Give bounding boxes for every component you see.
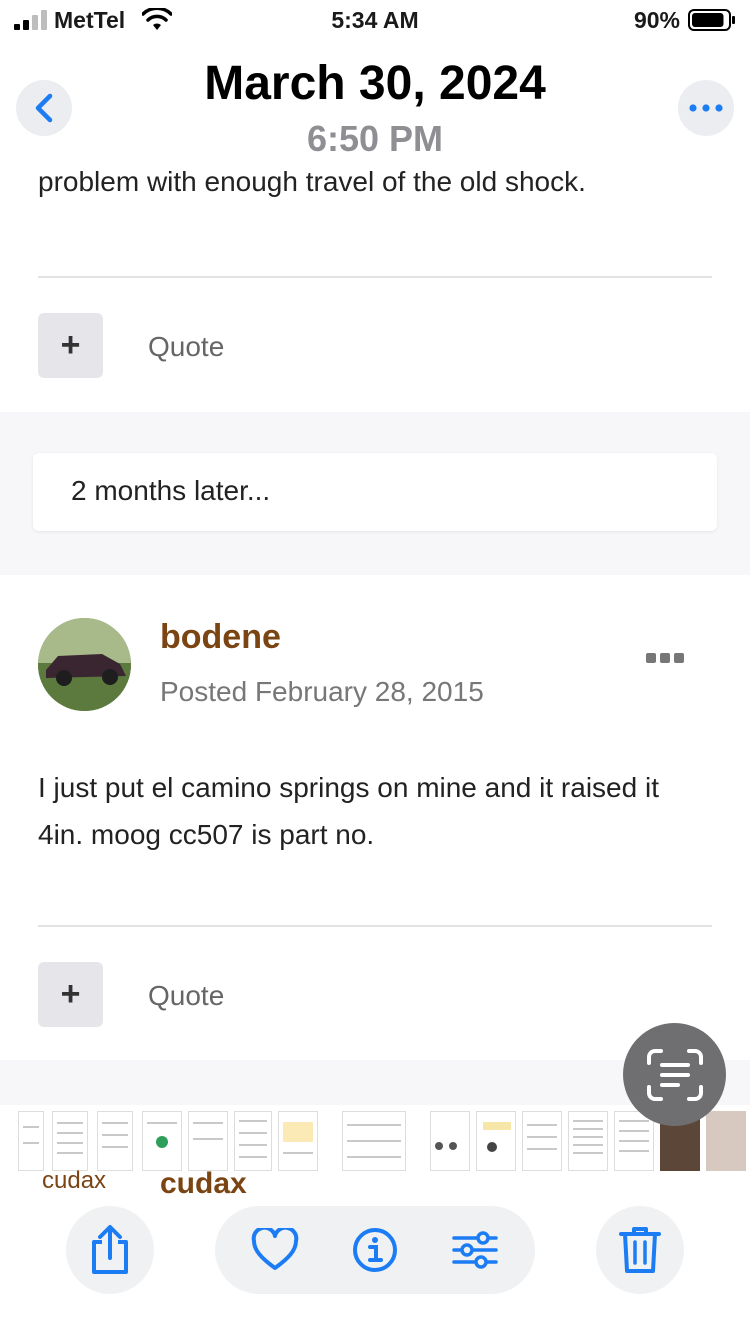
- thumbnail[interactable]: [234, 1111, 272, 1171]
- trash-icon: [619, 1227, 661, 1273]
- post-date: Posted February 28, 2015: [160, 676, 484, 707]
- photo-header: March 30, 2024 6:50 PM: [0, 44, 750, 160]
- thumbnail[interactable]: [614, 1111, 654, 1171]
- add-quote-button[interactable]: +: [38, 962, 103, 1027]
- quote-link[interactable]: Quote: [148, 331, 224, 363]
- heart-icon: [251, 1228, 299, 1270]
- add-quote-button[interactable]: +: [38, 313, 103, 378]
- thumbnail-caption: cudax: [160, 1167, 247, 1200]
- battery-percent: 90%: [633, 7, 680, 33]
- thumbnail[interactable]: [706, 1111, 746, 1171]
- bottom-toolbar: [0, 1200, 750, 1334]
- thumbnail[interactable]: [430, 1111, 470, 1171]
- thumbnail[interactable]: [342, 1111, 406, 1171]
- photo-time: 6:50 PM: [306, 118, 444, 159]
- info-button[interactable]: [351, 1226, 399, 1274]
- thumbnail[interactable]: [278, 1111, 318, 1171]
- live-text-button[interactable]: [623, 1023, 726, 1126]
- share-button[interactable]: [66, 1206, 154, 1294]
- thumbnail[interactable]: [476, 1111, 516, 1171]
- thumbnail[interactable]: [97, 1111, 133, 1171]
- thumbnail[interactable]: [142, 1111, 182, 1171]
- thumbnail[interactable]: [188, 1111, 228, 1171]
- post-username[interactable]: bodene: [160, 618, 281, 657]
- delete-button[interactable]: [596, 1206, 684, 1294]
- photo-date: March 30, 2024: [204, 57, 546, 110]
- favorite-button[interactable]: [251, 1226, 299, 1274]
- thumbnail[interactable]: [568, 1111, 608, 1171]
- divider: [38, 276, 712, 278]
- thumbnail[interactable]: [18, 1111, 44, 1171]
- thumbnail-caption: cudax: [42, 1167, 107, 1194]
- battery-icon: [688, 9, 735, 31]
- quote-link[interactable]: Quote: [148, 980, 224, 1012]
- share-icon: [92, 1225, 128, 1274]
- more-options-button[interactable]: [678, 80, 734, 136]
- time-separator: 2 months later...: [33, 453, 717, 531]
- post-body: I just put el camino springs on mine and…: [38, 772, 659, 850]
- divider: [38, 925, 712, 927]
- thumbnail[interactable]: [52, 1111, 88, 1171]
- previous-post-text: problem with enough travel of the old sh…: [38, 166, 586, 197]
- edit-button[interactable]: [451, 1226, 499, 1274]
- adjust-icon: [452, 1231, 498, 1269]
- action-pill: [215, 1206, 535, 1294]
- info-icon: [353, 1228, 397, 1272]
- thumbnail[interactable]: [522, 1111, 562, 1171]
- live-text-icon: [646, 1048, 703, 1101]
- post-options-icon[interactable]: [646, 653, 686, 667]
- time-separator-text: 2 months later...: [71, 475, 271, 506]
- avatar[interactable]: [38, 618, 131, 711]
- ellipsis-icon: [689, 104, 723, 112]
- status-bar: MetTel 5:34 AM 90%: [0, 0, 750, 44]
- thumbnail-strip[interactable]: cudax cudax: [0, 1105, 750, 1200]
